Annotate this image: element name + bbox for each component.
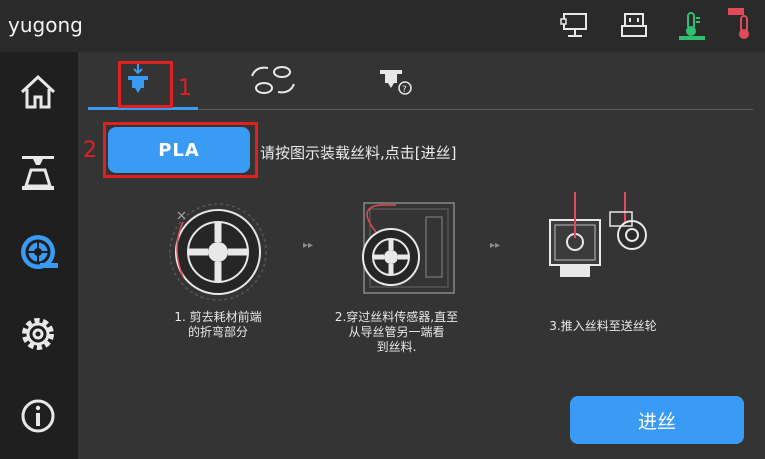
step-1-line-2: 的折弯部分 [187,325,248,339]
svg-text:?: ? [402,85,407,95]
spool-illustration [163,197,273,311]
step-2-line-1: 2.穿过丝料传感器,直至 [334,310,459,324]
network-icon[interactable] [560,10,592,42]
tab-filament-help[interactable]: ? [368,58,428,104]
marker-2: 2 [83,138,97,163]
tab-change-filament[interactable] [244,58,304,104]
extruder-illustration [540,190,660,304]
info-icon[interactable] [14,392,62,440]
step-2-line-2: 从导丝管另一端看 [348,325,445,339]
app-title: yugong [8,13,83,37]
step-3-line-1: 3.推入丝料至送丝轮 [549,319,657,333]
marker-1: 1 [178,76,192,101]
printer-status-icon[interactable] [618,10,650,42]
step-1-line-1: 1. 剪去耗材前端 [174,310,262,324]
nozzle-temperature-icon[interactable] [726,6,758,39]
home-icon[interactable] [14,68,62,116]
filament-icon[interactable] [14,228,62,276]
feed-filament-button[interactable]: 进丝 [570,396,744,444]
step-arrow-1: ▸▸ [303,240,314,251]
step-2-line-3: 到丝料. [376,340,417,354]
highlight-box-tab [118,61,173,108]
print-icon[interactable] [14,148,62,196]
settings-icon[interactable] [14,310,62,358]
filament-panel: ? 1 2 PLA 请按图示装载丝料,点击[进丝] ▸▸ ▸▸ 1. 剪去耗材前… [78,52,765,459]
material-select-button[interactable]: PLA [108,127,250,173]
bed-temperature-icon[interactable] [676,10,708,42]
instruction-text: 请按图示装载丝料,点击[进丝] [260,144,457,162]
step-3-text: 3.推入丝料至送丝轮 [528,319,678,334]
step-2-text: 2.穿过丝料传感器,直至 从导丝管另一端看 到丝料. [314,310,479,355]
sensor-illustration [336,197,466,311]
step-arrow-2: ▸▸ [490,240,501,251]
sidebar [0,52,78,459]
step-1-text: 1. 剪去耗材前端 的折弯部分 [148,310,288,340]
top-bar: yugong [0,0,765,52]
